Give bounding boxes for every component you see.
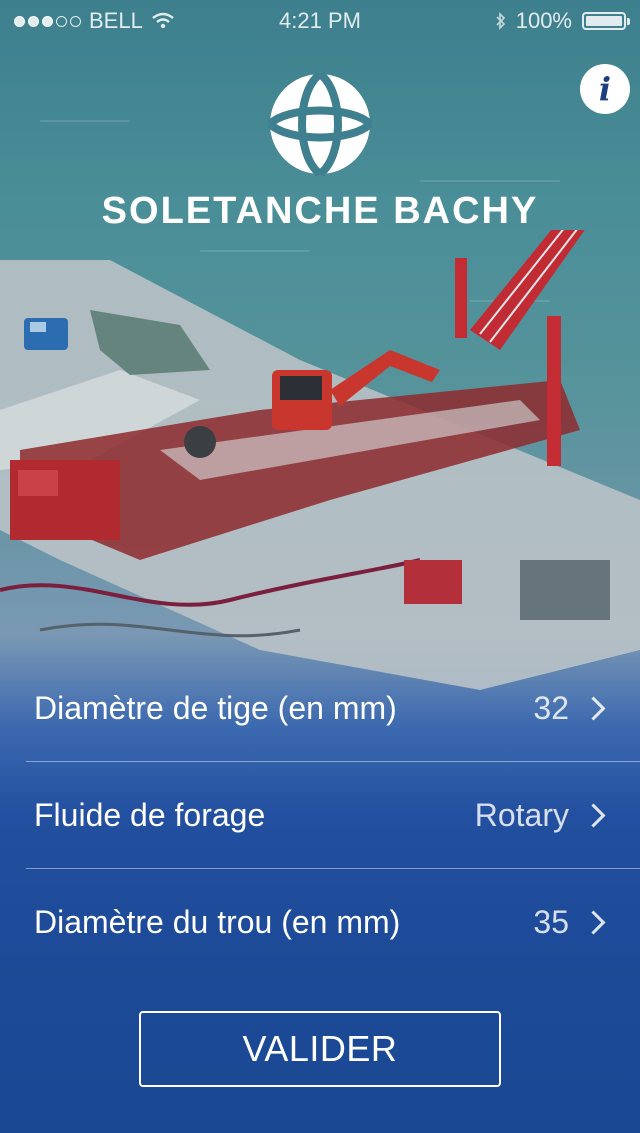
status-bar: BELL 4:21 PM 100% [0, 0, 640, 40]
chevron-right-icon [581, 802, 606, 828]
setting-value: 35 [533, 903, 569, 940]
chevron-right-icon [581, 909, 606, 935]
setting-rod-diameter[interactable]: Diamètre de tige (en mm) 32 [0, 655, 640, 761]
globe-logo-icon [268, 72, 372, 176]
bluetooth-icon [496, 12, 505, 30]
brand-name: SOLETANCHE BACHY [101, 190, 539, 232]
validate-button[interactable]: VALIDER [139, 1011, 501, 1087]
setting-label: Fluide de forage [34, 796, 266, 833]
drilling-rig-illustration [0, 230, 640, 690]
setting-drilling-fluid[interactable]: Fluide de forage Rotary [0, 762, 640, 868]
brand-logo: SOLETANCHE BACHY [0, 72, 640, 233]
battery-icon [582, 12, 630, 30]
setting-label: Diamètre de tige (en mm) [34, 689, 397, 726]
setting-value: Rotary [474, 796, 569, 833]
chevron-right-icon [581, 695, 606, 721]
battery-percent: 100% [515, 8, 572, 33]
setting-label: Diamètre du trou (en mm) [34, 903, 401, 940]
settings-list: Diamètre de tige (en mm) 32 Fluide de fo… [0, 655, 640, 975]
setting-value: 32 [533, 689, 569, 726]
setting-hole-diameter[interactable]: Diamètre du trou (en mm) 35 [0, 869, 640, 975]
